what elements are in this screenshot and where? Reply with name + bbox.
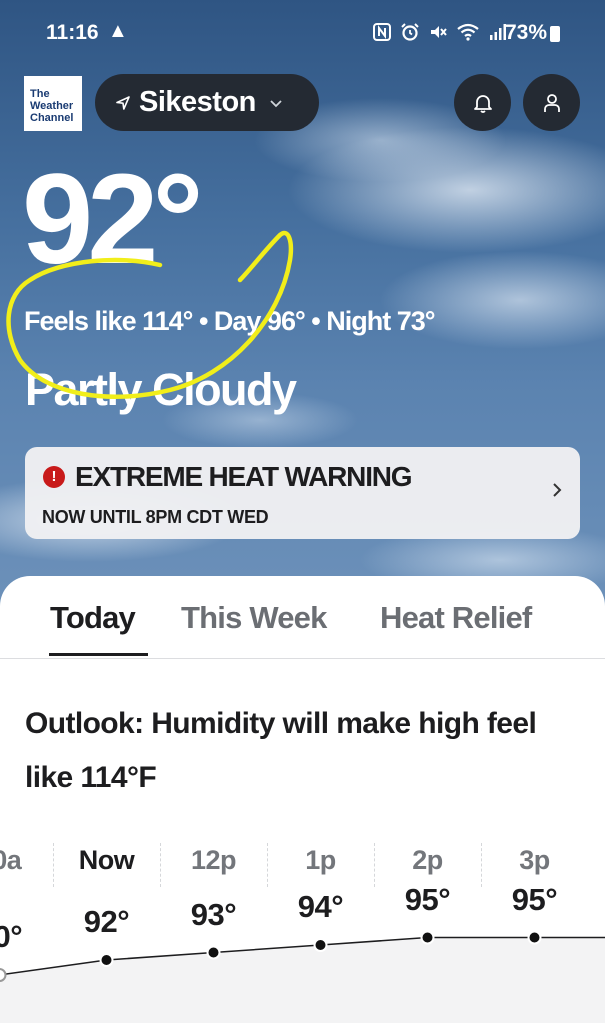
status-icons	[372, 22, 508, 42]
notifications-button[interactable]	[454, 74, 511, 131]
warning-triangle-icon: ▲	[108, 20, 128, 42]
battery-percent: 73%	[505, 21, 548, 44]
tab-today[interactable]: Today	[50, 600, 136, 636]
chevron-right-icon	[553, 483, 562, 497]
hourly-forecast[interactable]: 10a 90° Now 92° 12p 93° 1p 94° 2p 95° 3p 95°	[0, 840, 605, 1023]
location-selector[interactable]: Sikeston	[95, 74, 319, 131]
status-bar: 11:16 ▲ 73%	[0, 0, 605, 66]
alarm-icon	[401, 23, 419, 41]
temperature-point	[313, 938, 328, 952]
hour-temperature: 95°	[404, 881, 451, 917]
hour-temperature: 92°	[83, 904, 130, 939]
active-tab-indicator	[49, 653, 148, 656]
feels-like-line: Feels like 114° • Day 96° • Night 73°	[24, 306, 436, 336]
status-time: 11:16	[46, 21, 99, 44]
outlook-text: Outlook: Humidity will make high feel li…	[25, 707, 537, 794]
hour-label: 2p	[412, 845, 443, 875]
hour-label: 12p	[190, 845, 237, 875]
hour-label: 1p	[305, 845, 336, 875]
profile-button[interactable]	[523, 74, 580, 131]
temperature-area	[0, 937, 605, 1023]
location-name: Sikeston	[139, 86, 256, 118]
location-arrow-icon	[116, 95, 130, 110]
mute-icon	[431, 26, 447, 38]
weather-channel-logo[interactable]: The Weather Channel	[24, 76, 82, 131]
temperature-point	[527, 930, 542, 945]
bell-icon	[473, 94, 492, 113]
tab-divider	[0, 658, 605, 659]
temperature-point	[99, 953, 114, 967]
hour-temperature: 95°	[511, 881, 558, 917]
chevron-down-icon	[270, 95, 282, 111]
battery-icon	[550, 26, 560, 42]
tab-heat-relief[interactable]: Heat Relief	[380, 600, 532, 636]
current-temperature: 92°	[22, 148, 204, 291]
hour-label: 10a	[0, 845, 22, 875]
alert-exclamation-icon: !	[43, 466, 65, 488]
hour-temperature: 94°	[297, 889, 344, 924]
condition-text: Partly Cloudy	[25, 364, 297, 415]
nfc-icon	[373, 23, 391, 41]
temperature-point	[420, 930, 435, 945]
heat-warning-alert[interactable]: ! EXTREME HEAT WARNING NOW UNTIL 8PM CDT…	[25, 447, 580, 539]
hour-label: Now	[78, 845, 135, 875]
temperature-point	[206, 945, 221, 960]
tab-this-week[interactable]: This Week	[181, 600, 327, 636]
user-icon	[543, 93, 560, 112]
alert-title: EXTREME HEAT WARNING	[75, 461, 413, 492]
hour-temperature: 90°	[0, 919, 23, 954]
temperature-point	[0, 968, 7, 982]
wifi-icon	[457, 23, 479, 41]
hour-label: 3p	[519, 845, 550, 875]
hour-temperature: 93°	[190, 896, 237, 932]
alert-subtitle: NOW UNTIL 8PM CDT WED	[42, 507, 269, 527]
